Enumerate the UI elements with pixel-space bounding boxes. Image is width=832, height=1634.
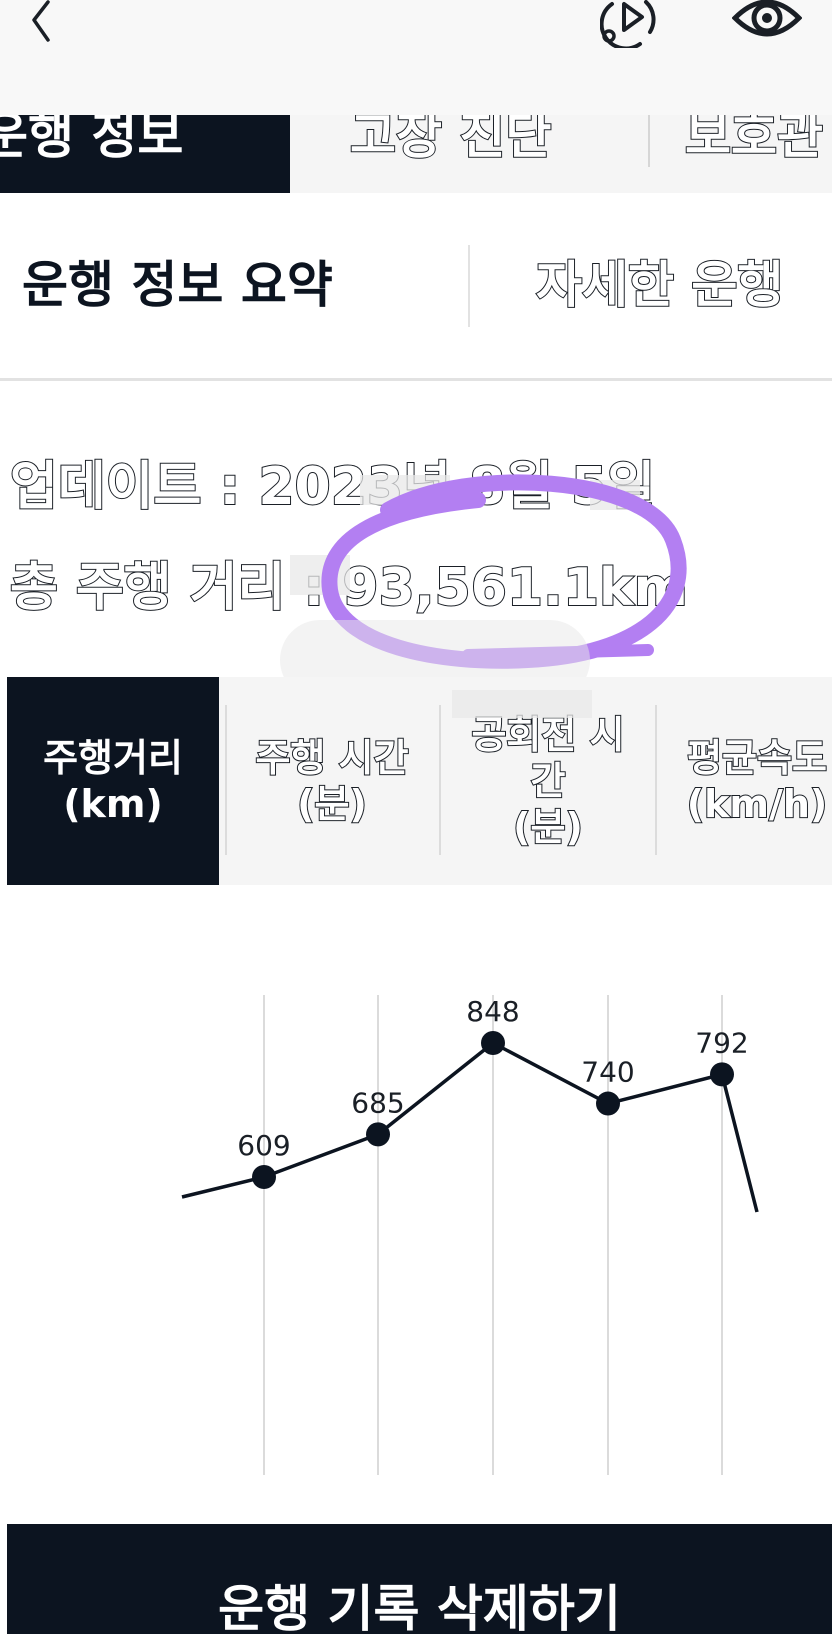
redaction-smudge <box>590 480 640 510</box>
chart-data-label: 848 <box>466 995 519 1028</box>
metric-tab-drive-time[interactable]: 주행 시간 (분) <box>225 677 439 885</box>
metric-tab-bar: 주행거리 (km) 주행 시간 (분) 공회전 시 간 (분) 평균속도 (km… <box>7 677 832 885</box>
sub-tab-bar: 운행 정보 요약 자세한 운행 <box>0 193 832 381</box>
metric-tab-label: 주행 시간 <box>254 735 409 781</box>
chart-data-label: 792 <box>695 1026 748 1059</box>
chart-data-label: 740 <box>581 1056 634 1089</box>
delete-drive-record-button[interactable]: 운행 기록 삭제하기 <box>7 1524 832 1634</box>
chart-data-point[interactable] <box>252 1165 276 1189</box>
subtab-detailed-drive[interactable]: 자세한 운행 <box>535 193 784 378</box>
chart-data-point[interactable] <box>596 1091 620 1116</box>
subtab-divider <box>468 245 470 327</box>
metric-tab-label: 공회전 시 <box>470 712 625 758</box>
distance-line-chart: 609 685 848 740 792 <box>181 995 759 1475</box>
metric-tab-label-cont: 간 <box>530 758 567 804</box>
chart-data-label: 685 <box>351 1086 404 1119</box>
chart-data-point[interactable] <box>366 1122 390 1147</box>
redaction-smudge <box>452 690 592 718</box>
top-bar-icons <box>0 0 832 115</box>
metric-tab-unit: (km) <box>63 782 163 826</box>
metric-tab-avg-speed[interactable]: 평균속도 (km/h) <box>657 677 832 885</box>
chart-data-label: 609 <box>237 1129 290 1162</box>
video-play-icon[interactable] <box>600 0 670 48</box>
eye-icon[interactable] <box>732 0 802 48</box>
metric-tab-unit: (km/h) <box>686 781 829 827</box>
chart-data-point[interactable] <box>481 1031 505 1055</box>
redaction-smudge <box>290 555 350 595</box>
metric-tab-distance[interactable]: 주행거리 (km) <box>7 677 219 885</box>
metric-tab-label: 평균속도 <box>686 735 828 781</box>
tab-divider <box>648 112 650 167</box>
subtab-drive-summary[interactable]: 운행 정보 요약 <box>22 193 333 378</box>
metric-tab-label: 주행거리 <box>43 736 183 780</box>
redaction-smudge <box>360 475 450 505</box>
chart-data-point[interactable] <box>710 1062 734 1087</box>
metric-tab-unit: (분) <box>512 804 584 850</box>
metric-tab-unit: (분) <box>296 781 368 827</box>
back-arrow-icon[interactable] <box>14 0 64 50</box>
update-date-text: 업데이트 : 2023년 8월 5일 <box>9 456 656 518</box>
